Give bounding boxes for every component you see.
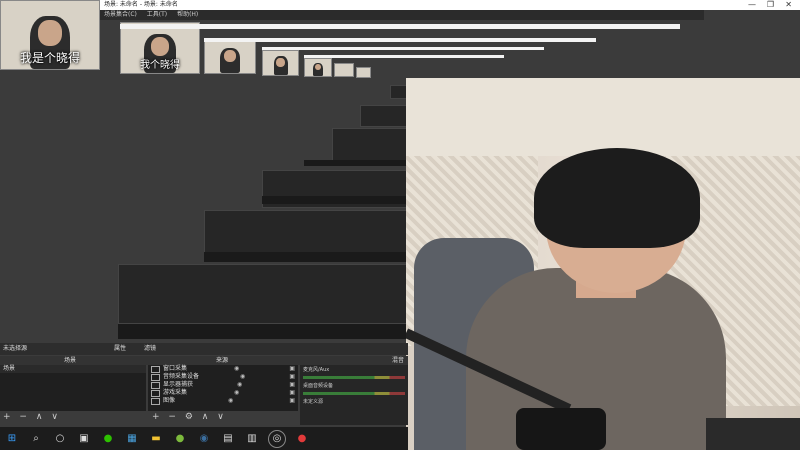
nested-obs-panel [332, 128, 408, 162]
window-icon [151, 389, 160, 397]
source-toolbar: 未选择源 属性 滤镜 [0, 343, 408, 355]
eye-icon[interactable]: ◉ [234, 389, 239, 397]
source-label: 窗口采集 [163, 365, 188, 372]
maximize-button[interactable]: ❐ [767, 0, 774, 10]
window-title: 场景: 未命名 - 场景: 未命名 [104, 1, 178, 8]
obs-icon[interactable]: ◎ [268, 429, 286, 448]
move-up-button[interactable]: ∧ [36, 412, 43, 422]
add-scene-button[interactable]: + [3, 412, 11, 422]
webcam-preview [204, 40, 256, 74]
xbox-icon[interactable]: ● [172, 431, 188, 447]
webcam-preview [304, 58, 332, 77]
mixer-channel-label: 未定义源 [303, 399, 324, 405]
dock-headers: 场景 来源 混音器 [0, 356, 408, 373]
source-item[interactable]: 音频采集设备 ◉ ▣ [148, 373, 298, 381]
sources-list: 窗口采集 ◉ ▣ 音频采集设备 ◉ ▣ 显示器捕获 ◉ ▣ 游戏采集 ◉ ▣ 图像 ◉ ▣ [148, 365, 298, 411]
volume-meter[interactable] [303, 376, 405, 379]
source-item[interactable]: 窗口采集 ◉ ▣ [148, 365, 298, 373]
menu-scene-collection[interactable]: 场景集合(C) [104, 11, 137, 18]
source-item[interactable]: 显示器捕获 ◉ ▣ [148, 381, 298, 389]
volume-meter[interactable] [303, 392, 405, 395]
menu-bar: 场景集合(C) 工具(T) 帮助(H) [100, 10, 704, 20]
source-item[interactable]: 图像 ◉ ▣ [148, 397, 298, 405]
nested-taskbar [118, 324, 406, 339]
properties-button[interactable]: 属性 [114, 343, 126, 355]
remove-source-button[interactable]: − [168, 412, 176, 422]
cortana-icon[interactable]: ○ [52, 431, 68, 447]
app-icon[interactable]: ▤ [220, 431, 236, 447]
close-button[interactable]: ✕ [785, 0, 792, 10]
source-settings-button[interactable]: ⚙ [185, 412, 193, 422]
remove-scene-button[interactable]: − [19, 412, 27, 422]
webcam-preview: 我个晓得 [120, 22, 200, 74]
source-label: 游戏采集 [163, 389, 188, 396]
move-down-button[interactable]: ∨ [217, 412, 224, 422]
search-icon[interactable]: ⌕ [28, 431, 44, 447]
lock-icon[interactable]: ▣ [289, 365, 295, 373]
nested-taskbar [204, 252, 406, 262]
nested-taskbar [262, 196, 406, 204]
webcam-preview: 我是个晓得 [0, 0, 100, 70]
source-label: 显示器捕获 [163, 381, 194, 388]
window-titlebar: 场景: 未命名 - 场景: 未命名 — ❐ ✕ [100, 0, 800, 10]
lock-icon[interactable]: ▣ [289, 381, 295, 389]
folder-icon[interactable]: ▬ [148, 431, 164, 447]
monitor-icon [151, 381, 160, 389]
window-icon [151, 365, 160, 373]
lock-icon[interactable]: ▣ [289, 397, 295, 405]
scenes-list: 场景 [0, 365, 146, 411]
sources-controls: + − ⚙ ∧ ∨ [152, 411, 230, 423]
filters-button[interactable]: 滤镜 [144, 343, 156, 355]
webcam-preview [356, 67, 371, 78]
scenes-header: 场景 [64, 357, 77, 364]
webcam-preview [262, 50, 299, 76]
eye-icon[interactable]: ◉ [234, 365, 239, 373]
move-down-button[interactable]: ∨ [51, 412, 58, 422]
eye-icon[interactable]: ◉ [228, 397, 233, 405]
move-up-button[interactable]: ∧ [202, 412, 209, 422]
menu-tools[interactable]: 工具(T) [147, 11, 167, 18]
add-source-button[interactable]: + [152, 412, 160, 422]
store-icon[interactable]: ▦ [124, 431, 140, 447]
minimize-button[interactable]: — [748, 0, 756, 10]
app2-icon[interactable]: ▥ [244, 431, 260, 447]
eye-icon[interactable]: ◉ [237, 381, 242, 389]
nested-titlebar [304, 55, 504, 58]
nested-titlebar [204, 38, 596, 42]
subtitle: 我个晓得 [140, 60, 180, 71]
netease-icon[interactable]: ● [294, 431, 310, 447]
image-icon [151, 397, 160, 405]
subtitle: 我是个晓得 [19, 51, 80, 66]
task-view-icon[interactable]: ▣ [76, 431, 92, 447]
audio-mixer: 麦克风/Aux 桌面音频设备 未定义源 [300, 365, 408, 425]
wechat-icon[interactable]: ● [100, 431, 116, 447]
taskbar: ⊞ ⌕ ○ ▣ ● ▦ ▬ ● ◉ ▤ ▥ ◎ ● [0, 427, 408, 450]
eye-icon[interactable]: ◉ [240, 373, 245, 381]
webcam-preview [334, 63, 354, 77]
scene-item[interactable]: 场景 [0, 365, 146, 373]
source-label: 图像 [163, 397, 176, 404]
steam-icon[interactable]: ◉ [196, 431, 212, 447]
audio-input-icon [151, 373, 160, 381]
source-label: 音频采集设备 [163, 373, 200, 380]
lock-icon[interactable]: ▣ [289, 389, 295, 397]
menu-help[interactable]: 帮助(H) [177, 11, 198, 18]
nested-taskbar [304, 160, 406, 166]
nested-obs-panel [118, 264, 408, 324]
start-icon[interactable]: ⊞ [4, 431, 20, 447]
scenes-controls: + − ∧ ∨ [3, 411, 64, 423]
nested-obs-panel [204, 210, 408, 258]
webcam-feed [406, 78, 800, 450]
scene-label: 场景 [3, 365, 16, 372]
mixer-channel-label: 麦克风/Aux [303, 367, 330, 373]
nested-titlebar [120, 24, 680, 29]
nested-obs-panel [360, 105, 408, 127]
nested-titlebar [262, 47, 544, 50]
no-source-label: 未选择源 [3, 345, 28, 352]
source-item[interactable]: 游戏采集 ◉ ▣ [148, 389, 298, 397]
sources-header: 来源 [216, 357, 229, 364]
lock-icon[interactable]: ▣ [289, 373, 295, 381]
mixer-channel-label: 桌面音频设备 [303, 383, 334, 389]
